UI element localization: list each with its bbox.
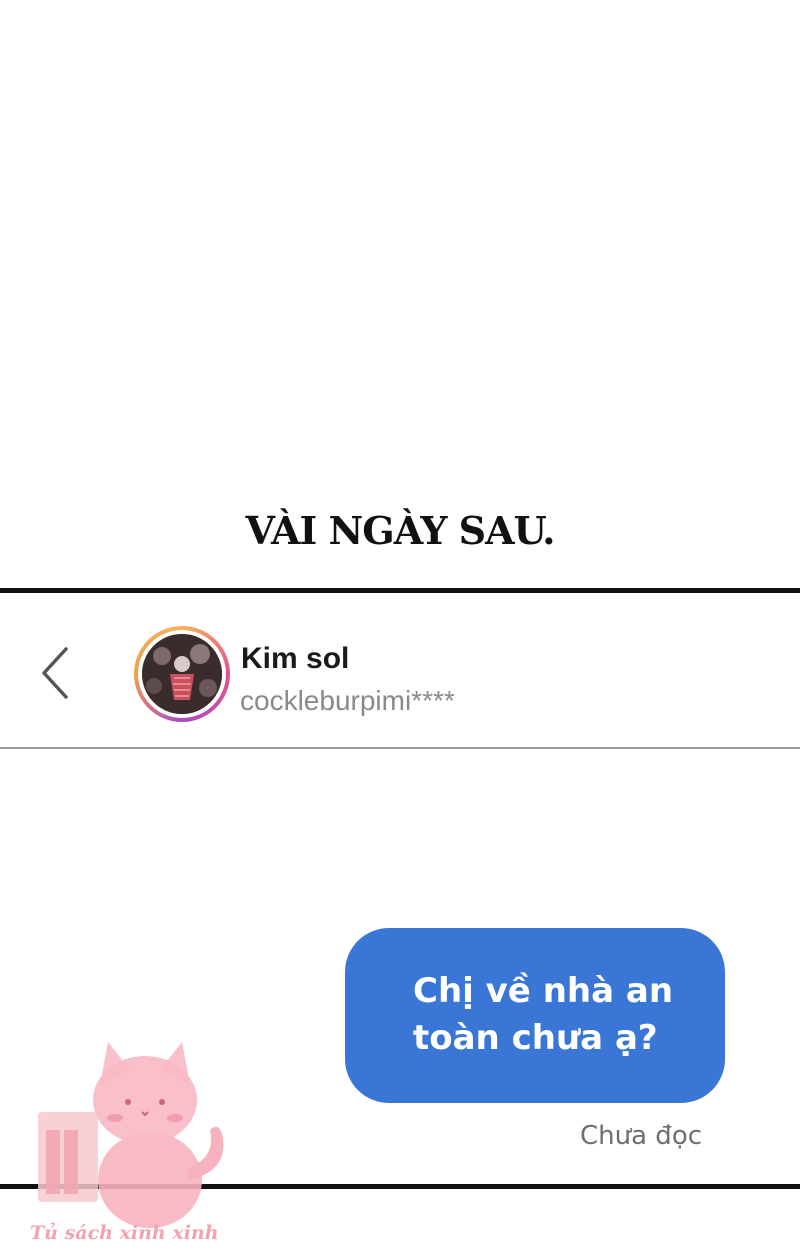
message-line: toàn chưa ạ? [413, 1018, 658, 1058]
avatar-photo [142, 634, 222, 714]
read-status: Chưa đọc [580, 1121, 703, 1151]
scene-caption: VÀI NGÀY SAU. [245, 508, 556, 553]
message-line: Chị về nhà an [413, 971, 674, 1011]
chevron-left-icon[interactable] [36, 643, 76, 703]
avatar[interactable] [134, 626, 230, 722]
watermark-text: Tủ sách xinh xinh [30, 1222, 219, 1244]
contact-handle: cockleburpimi**** [240, 685, 455, 716]
contact-name[interactable]: Kim sol [241, 642, 349, 676]
message-bubble[interactable]: Chị về nhà an toàn chưa ạ? [345, 928, 725, 1103]
chat-header: Kim sol cockleburpimi**** [0, 593, 800, 749]
